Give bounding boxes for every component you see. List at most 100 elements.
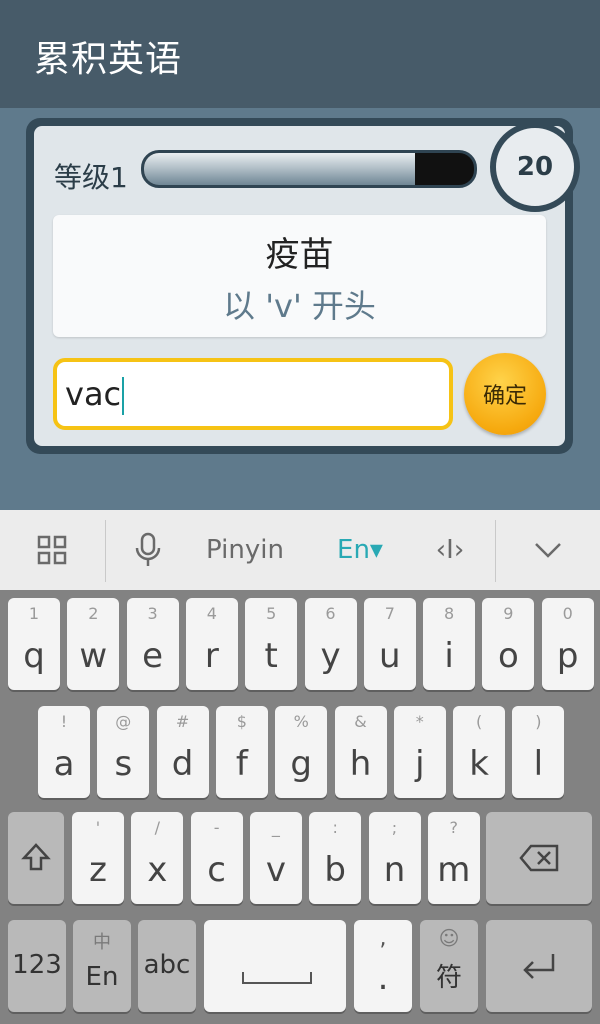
backspace-icon xyxy=(486,844,592,876)
key-label: b xyxy=(324,850,346,890)
key-f[interactable]: $ f xyxy=(215,706,268,798)
key-sub-label: 7 xyxy=(384,604,395,623)
key-s[interactable]: @ s xyxy=(97,706,150,798)
numbers-key-label: 123 xyxy=(12,950,62,980)
key-h[interactable]: & h xyxy=(334,706,387,798)
key-label: x xyxy=(147,850,168,890)
key-label: c xyxy=(207,850,226,890)
text-cursor xyxy=(122,377,125,415)
key-sub-label: 8 xyxy=(444,604,455,623)
key-sub-label: 3 xyxy=(147,604,158,623)
key-label: y xyxy=(320,636,341,676)
enter-key[interactable] xyxy=(486,920,592,1012)
symbols-key-label: 符 xyxy=(435,963,462,993)
ime-divider xyxy=(105,520,106,582)
key-sub-label: / xyxy=(154,818,160,837)
smiley-icon: ☺ xyxy=(438,926,460,950)
english-mode-button[interactable]: En▾ xyxy=(320,510,400,590)
key-sub-label: ; xyxy=(391,818,398,837)
key-n[interactable]: ; n xyxy=(368,812,421,904)
key-sub-label: ( xyxy=(475,712,483,731)
key-r[interactable]: 4r xyxy=(185,598,238,690)
key-label: s xyxy=(114,744,133,784)
key-label: e xyxy=(142,636,164,676)
key-a[interactable]: ! a xyxy=(38,706,90,798)
enter-arrow-icon xyxy=(486,952,592,984)
key-label: o xyxy=(497,636,519,676)
microphone-icon[interactable] xyxy=(118,510,178,590)
key-c[interactable]: -c xyxy=(190,812,243,904)
comma-sub-label: , xyxy=(379,926,387,951)
abc-key[interactable]: abc xyxy=(138,920,196,1012)
key-sub-label: 4 xyxy=(206,604,217,623)
numbers-key[interactable]: 123 xyxy=(8,920,66,1012)
key-label: i xyxy=(444,636,454,676)
answer-input[interactable]: vac xyxy=(53,358,453,430)
key-o[interactable]: 9o xyxy=(482,598,535,690)
level-progress-fill xyxy=(144,153,415,185)
quiz-card-inner: 等级1 20 疫苗 以 'v' 开头 vac 确定 xyxy=(34,122,580,446)
key-label: w xyxy=(79,636,108,676)
key-label: v xyxy=(265,850,286,890)
key-sub-label: @ xyxy=(115,712,132,731)
prompt-hint: 以 'v' 开头 xyxy=(223,287,376,325)
key-sub-label: ) xyxy=(535,712,542,731)
key-sub-label: ? xyxy=(449,818,459,837)
key-b[interactable]: :b xyxy=(309,812,362,904)
ime-divider xyxy=(495,520,496,582)
app-title: 累积英语 xyxy=(34,39,183,80)
key-sub-label: - xyxy=(213,818,220,837)
key-label: t xyxy=(264,636,278,676)
pinyin-mode-button[interactable]: Pinyin xyxy=(195,510,295,590)
key-y[interactable]: 6y xyxy=(304,598,357,690)
key-w[interactable]: 2w xyxy=(67,598,120,690)
key-p[interactable]: 0p xyxy=(541,598,594,690)
level-progress-bar xyxy=(141,150,477,188)
key-label: a xyxy=(53,744,75,784)
key-k[interactable]: (k xyxy=(453,706,506,798)
quiz-area: 等级1 20 疫苗 以 'v' 开头 vac 确定 xyxy=(0,108,600,510)
key-sub-label: & xyxy=(354,712,367,731)
key-label: l xyxy=(533,744,544,784)
key-label: p xyxy=(556,636,579,676)
period-key[interactable]: , . xyxy=(354,920,412,1012)
key-label: f xyxy=(235,744,248,784)
key-label: r xyxy=(204,636,219,676)
key-t[interactable]: 5t xyxy=(245,598,298,690)
backspace-key[interactable] xyxy=(486,812,592,904)
quiz-card: 等级1 20 疫苗 以 'v' 开头 vac 确定 xyxy=(26,118,580,454)
key-label: k xyxy=(469,744,489,784)
language-switch-key[interactable]: 中 En xyxy=(73,920,131,1012)
key-x[interactable]: / x xyxy=(131,812,184,904)
key-l[interactable]: ) l xyxy=(512,706,565,798)
symbols-key[interactable]: ☺ 符 xyxy=(420,920,478,1012)
grid-menu-icon[interactable] xyxy=(10,510,94,590)
key-sub-label: : xyxy=(332,818,338,837)
key-z[interactable]: ' z xyxy=(72,812,124,904)
key-label: g xyxy=(290,744,312,784)
key-g[interactable]: % g xyxy=(275,706,328,798)
key-e[interactable]: 3e xyxy=(126,598,179,690)
hide-keyboard-chevron-down-icon[interactable] xyxy=(510,510,585,590)
language-switch-sub: 中 xyxy=(93,932,111,953)
abc-key-label: abc xyxy=(143,950,191,980)
key-q[interactable]: 1q xyxy=(8,598,60,690)
key-label: m xyxy=(437,850,471,890)
key-d[interactable]: # d xyxy=(156,706,209,798)
key-j[interactable]: * j xyxy=(393,706,446,798)
key-v[interactable]: _ v xyxy=(249,812,302,904)
key-sub-label: # xyxy=(175,712,190,731)
cursor-move-icon[interactable]: ‹I› xyxy=(415,510,485,590)
word-prompt-box: 疫苗 以 'v' 开头 xyxy=(53,215,546,337)
shift-key[interactable] xyxy=(8,812,64,904)
key-i[interactable]: 8i xyxy=(423,598,476,690)
prompt-word: 疫苗 xyxy=(265,235,334,275)
period-label: . xyxy=(377,958,389,998)
space-key[interactable] xyxy=(204,920,346,1012)
key-u[interactable]: 7u xyxy=(363,598,416,690)
key-label: d xyxy=(171,744,194,784)
confirm-button[interactable]: 确定 xyxy=(464,353,546,435)
key-label: q xyxy=(23,636,45,676)
key-m[interactable]: ? m xyxy=(427,812,480,904)
key-sub-label: % xyxy=(293,712,309,731)
